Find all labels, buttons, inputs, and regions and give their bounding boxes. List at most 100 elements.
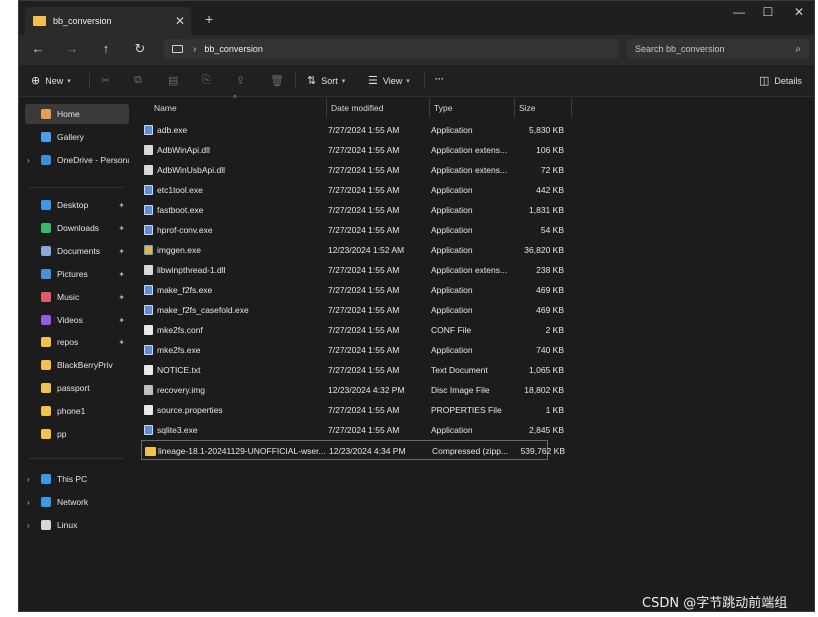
file-row[interactable]: AdbWinApi.dll 7/27/2024 1:55 AM Applicatio… (141, 140, 564, 160)
pc-icon (41, 474, 51, 484)
details-label: Details (774, 75, 802, 86)
forward-button[interactable]: → (62, 41, 82, 56)
monitor-icon (172, 45, 183, 53)
sidebar-item-label: Home (57, 109, 80, 119)
maximize-button[interactable]: ☐ (754, 5, 782, 19)
file-row[interactable]: make_f2fs.exe 7/27/2024 1:55 AM Applicatio… (141, 280, 564, 300)
sidebar-item[interactable]: Desktop ✦ (25, 195, 129, 215)
network-icon (41, 497, 51, 507)
details-button[interactable]: ◫ Details (759, 74, 802, 87)
search-input[interactable]: Search bb_conversion ⌕ (627, 39, 809, 59)
sidebar-item[interactable]: Gallery (25, 127, 129, 147)
sidebar-item[interactable]: repos ✦ (25, 332, 129, 352)
tab-close-icon[interactable]: ✕ (169, 14, 191, 28)
file-row[interactable]: make_f2fs_casefold.exe 7/27/2024 1:55 AM A… (141, 300, 564, 320)
file-row[interactable]: imggen.exe 12/23/2024 1:52 AM Application 3… (141, 240, 564, 260)
share-icon[interactable]: ⇪ (236, 74, 245, 87)
column-divider[interactable] (326, 98, 327, 118)
sort-ascending-icon: ^ (233, 94, 237, 103)
file-row[interactable]: etc1tool.exe 7/27/2024 1:55 AM Application… (141, 180, 564, 200)
rename-icon[interactable]: ⎘ (202, 74, 211, 87)
file-row[interactable]: recovery.img 12/23/2024 4:32 PM Disc Image… (141, 380, 564, 400)
file-size: 469 KB (536, 305, 564, 315)
file-size: 36,820 KB (524, 245, 564, 255)
sidebar-item[interactable]: Pictures ✦ (25, 264, 129, 284)
column-divider[interactable] (571, 98, 572, 118)
details-pane-icon: ◫ (759, 75, 770, 87)
column-divider[interactable] (429, 98, 430, 118)
minimize-button[interactable]: — (725, 5, 753, 19)
sidebar-item[interactable]: › OneDrive - Persona (25, 150, 129, 170)
sidebar-item[interactable]: › Network (25, 492, 129, 512)
sidebar-item[interactable]: Downloads ✦ (25, 218, 129, 238)
column-header-size[interactable]: Size (519, 98, 536, 118)
chevron-right-icon[interactable]: › (27, 475, 30, 484)
delete-icon[interactable]: 🗑 (270, 74, 284, 87)
tab-bb-conversion[interactable]: bb_conversion ✕ (25, 7, 191, 35)
sidebar-item[interactable]: › Linux (25, 515, 129, 535)
column-divider[interactable] (514, 98, 515, 118)
chevron-down-icon: ▾ (406, 77, 410, 85)
file-row[interactable]: source.properties 7/27/2024 1:55 AM PROPER… (141, 400, 564, 420)
sidebar-item[interactable]: Home (25, 104, 129, 124)
file-row[interactable]: fastboot.exe 7/27/2024 1:55 AM Application… (141, 200, 564, 220)
file-date: 7/27/2024 1:55 AM (328, 185, 400, 195)
file-name: NOTICE.txt (157, 365, 201, 375)
zip-folder-icon (145, 447, 156, 456)
file-type: CONF File (431, 325, 472, 335)
paste-icon[interactable]: ▤ (168, 74, 178, 87)
back-button[interactable]: ← (28, 41, 48, 56)
address-bar[interactable]: › bb_conversion (164, 39, 619, 59)
view-label: View (382, 75, 403, 86)
file-size: 72 KB (540, 165, 564, 175)
view-button[interactable]: ☰ View ▾ (368, 74, 410, 87)
sidebar-item[interactable]: Music ✦ (25, 287, 129, 307)
column-header-name[interactable]: Name (154, 98, 177, 118)
file-row[interactable]: NOTICE.txt 7/27/2024 1:55 AM Text Document… (141, 360, 564, 380)
chevron-right-icon[interactable]: › (27, 498, 30, 507)
more-options-button[interactable]: ··· (435, 74, 444, 84)
file-name: lineage-18.1-20241129-UNOFFICIAL-wser... (158, 446, 326, 456)
sidebar-item-label: repos (57, 337, 79, 347)
file-row[interactable]: lineage-18.1-20241129-UNOFFICIAL-wser...… (141, 440, 565, 460)
breadcrumb-current[interactable]: bb_conversion (204, 44, 263, 54)
file-row[interactable]: sqlite3.exe 7/27/2024 1:55 AM Application 2… (141, 420, 564, 440)
file-row[interactable]: libwinpthread-1.dll 7/27/2024 1:55 AM Appl… (141, 260, 564, 280)
file-icon (144, 385, 153, 395)
cut-icon[interactable]: ✂ (101, 74, 110, 87)
file-row[interactable]: hprof-conv.exe 7/27/2024 1:55 AM Applicati… (141, 220, 564, 240)
sidebar-item[interactable]: › This PC (25, 469, 129, 489)
sort-button[interactable]: ⇅ Sort ▾ (307, 74, 345, 87)
new-button[interactable]: ⊕ New ▾ (31, 74, 71, 87)
sidebar-item[interactable]: phone1 (25, 401, 129, 421)
new-tab-button[interactable]: + (205, 11, 213, 27)
sidebar-item[interactable]: pp (25, 424, 129, 444)
column-header-date[interactable]: Date modified (331, 98, 383, 118)
pin-icon: ✦ (118, 246, 125, 256)
close-window-button[interactable]: ✕ (785, 5, 813, 19)
file-row[interactable]: adb.exe 7/27/2024 1:55 AM Application 5,830… (141, 120, 564, 140)
column-header-type[interactable]: Type (434, 98, 452, 118)
sidebar-item[interactable]: Documents ✦ (25, 241, 129, 261)
file-icon (144, 305, 153, 315)
file-date: 7/27/2024 1:55 AM (328, 365, 400, 375)
file-size: 469 KB (536, 285, 564, 295)
chevron-right-icon[interactable]: › (27, 156, 30, 165)
sidebar-item-label: passport (57, 383, 90, 393)
file-date: 12/23/2024 4:32 PM (328, 385, 405, 395)
chevron-right-icon[interactable]: › (27, 521, 30, 530)
sort-icon: ⇅ (307, 75, 317, 87)
up-button[interactable]: ↑ (96, 41, 116, 56)
file-size: 442 KB (536, 185, 564, 195)
sidebar-item[interactable]: BlackBerryPriv (25, 355, 129, 375)
file-row[interactable]: mke2fs.conf 7/27/2024 1:55 AM CONF File 2 K… (141, 320, 564, 340)
sidebar-item[interactable]: Videos ✦ (25, 310, 129, 330)
divider (29, 187, 124, 188)
sidebar-item-label: Desktop (57, 200, 89, 210)
file-row[interactable]: AdbWinUsbApi.dll 7/27/2024 1:55 AM Applica… (141, 160, 564, 180)
copy-icon[interactable]: ⧉ (134, 74, 142, 87)
sidebar-item[interactable]: passport (25, 378, 129, 398)
file-row[interactable]: mke2fs.exe 7/27/2024 1:55 AM Application 74… (141, 340, 564, 360)
refresh-button[interactable]: ↻ (130, 41, 150, 57)
sidebar-item-label: Network (57, 497, 89, 507)
